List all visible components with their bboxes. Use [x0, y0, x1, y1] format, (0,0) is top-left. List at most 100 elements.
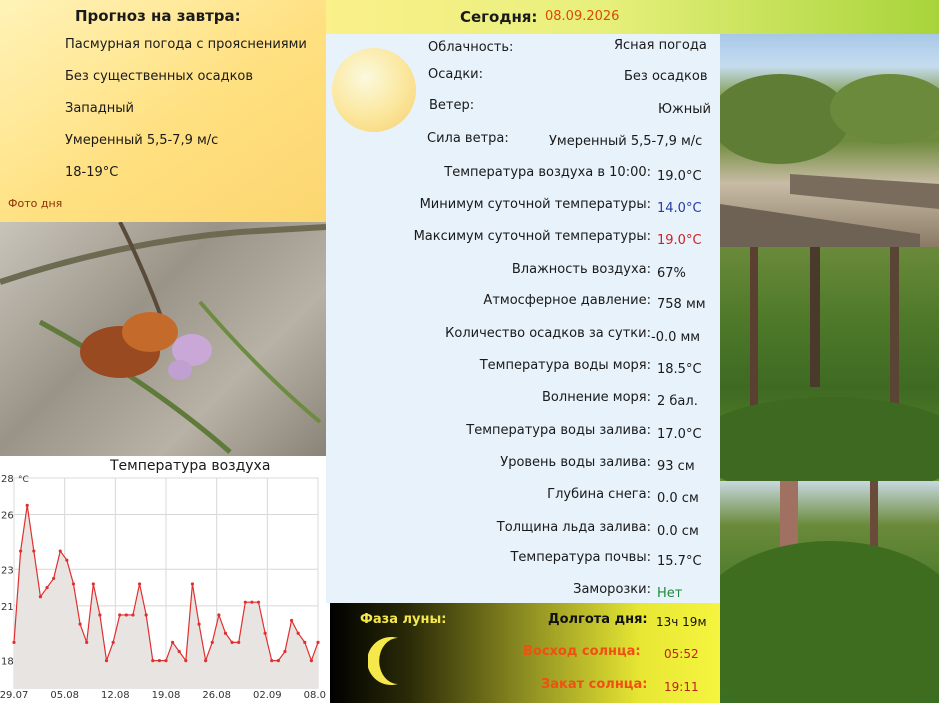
- temperature-point: [171, 640, 175, 644]
- temperature-point: [316, 640, 320, 644]
- measurement-value: 67%: [657, 266, 686, 281]
- temperature-point: [65, 558, 69, 562]
- measurement-label: Атмосферное давление:: [483, 293, 651, 308]
- y-tick-label: 28: [1, 474, 14, 485]
- temperature-point: [131, 613, 135, 617]
- temperature-point: [144, 613, 148, 617]
- temperature-point: [177, 649, 181, 654]
- today-date: 08.09.2026: [545, 9, 620, 24]
- temperature-point: [71, 582, 76, 586]
- x-tick-label: 02.09: [253, 690, 282, 701]
- measurement-label: Минимум суточной температуры:: [419, 197, 651, 212]
- temperature-point: [118, 613, 122, 617]
- y-tick-label: 23: [1, 565, 14, 576]
- wind-value: Южный: [658, 102, 711, 117]
- forecast-title: Прогноз на завтра:: [75, 7, 241, 25]
- measurement-label: Максимум суточной температуры:: [413, 229, 651, 244]
- forecast-precip: Без существенных осадков: [65, 69, 254, 84]
- temperature-point: [204, 659, 208, 663]
- measurement-label: Глубина снега:: [547, 487, 651, 502]
- y-tick-label: 26: [1, 511, 14, 522]
- measurement-value: 19.0°C: [657, 169, 702, 184]
- temperature-point: [210, 640, 214, 644]
- temperature-point: [91, 582, 95, 586]
- forecast-wind-direction: Западный: [65, 101, 134, 116]
- temperature-point: [157, 659, 161, 663]
- today-label: Сегодня:: [460, 8, 538, 26]
- temperature-point: [230, 640, 234, 644]
- wind-label: Ветер:: [429, 98, 475, 113]
- measurement-value: 17.0°C: [657, 427, 702, 442]
- measurement-label: Влажность воздуха:: [511, 262, 651, 277]
- temperature-point: [98, 613, 102, 617]
- temperature-point: [250, 600, 254, 604]
- temperature-point: [296, 631, 300, 635]
- temperature-point: [184, 659, 188, 663]
- temperature-point: [104, 659, 109, 663]
- measurement-label: Температура почвы:: [510, 550, 651, 565]
- temperature-point: [197, 622, 201, 626]
- sunrise-label: Восход солнца:: [523, 644, 641, 659]
- measurement-value: -0.0 мм: [651, 330, 701, 345]
- measurement-label: Количество осадков за сутки:: [445, 326, 651, 341]
- measurement-value: 18.5°C: [657, 362, 702, 377]
- temperature-point: [164, 659, 168, 663]
- temperature-point: [270, 659, 274, 663]
- measurement-label: Толщина льда залива:: [496, 520, 651, 535]
- butterfly-photo: [0, 222, 326, 456]
- sun-icon: [332, 48, 416, 132]
- temperature-point: [303, 640, 307, 644]
- moon-phase-label: Фаза луны:: [360, 612, 447, 627]
- temperature-point: [58, 549, 62, 553]
- dunes-photo: [720, 34, 939, 247]
- cloudiness-value: Ясная погода: [614, 38, 707, 53]
- temperature-point: [38, 595, 43, 599]
- measurement-label: Уровень воды залива:: [500, 455, 651, 470]
- crescent-moon-icon: [368, 637, 398, 685]
- measurement-label: Температура воды залива:: [466, 423, 651, 438]
- forecast-temperature: 18-19°C: [65, 165, 119, 180]
- temperature-point: [283, 649, 287, 654]
- x-tick-label: 19.08: [152, 690, 181, 701]
- measurement-value: 758 мм: [657, 297, 706, 312]
- temperature-point: [124, 613, 128, 617]
- top-bar: [326, 0, 939, 34]
- temperature-point: [85, 640, 89, 644]
- temperature-point: [276, 659, 280, 663]
- temperature-point: [237, 640, 241, 644]
- forest-path-photo: [720, 481, 939, 703]
- wind-force-value: Умеренный 5,5-7,9 м/с: [549, 134, 703, 149]
- measurement-value: 19.0°C: [657, 233, 702, 248]
- temperature-point: [243, 600, 247, 604]
- temperature-point: [45, 585, 49, 590]
- cloudiness-label: Облачность:: [428, 40, 514, 55]
- sunset-value: 19:11: [664, 680, 699, 694]
- y-tick-label: 18: [1, 657, 14, 668]
- x-tick-label: 05.08: [50, 690, 79, 701]
- measurement-value: 0.0 см: [657, 524, 699, 539]
- temperature-point: [137, 582, 142, 586]
- day-length-value: 13ч 19м: [656, 615, 707, 629]
- x-tick-label: 26.08: [202, 690, 231, 701]
- temperature-point: [256, 600, 261, 604]
- forest-photo: [720, 247, 939, 481]
- forecast-weather: Пасмурная погода с прояснениями: [65, 37, 307, 52]
- temperature-point: [12, 640, 16, 644]
- temperature-point: [289, 618, 294, 623]
- measurement-value: 0.0 см: [657, 491, 699, 506]
- forecast-panel: Прогноз на завтра: Пасмурная погода с пр…: [0, 0, 326, 222]
- temperature-point: [223, 631, 228, 635]
- measurement-label: Температура воздуха в 10:00:: [444, 165, 651, 180]
- measurement-value: 93 см: [657, 459, 695, 474]
- measurement-label: Температура воды моря:: [479, 358, 651, 373]
- measurement-value: 2 бал.: [657, 394, 698, 409]
- measurement-label: Волнение моря:: [542, 390, 651, 405]
- temperature-point: [151, 659, 155, 663]
- measurement-value: 15.7°C: [657, 554, 702, 569]
- x-tick-label: 12.08: [101, 690, 130, 701]
- measurement-value: 14.0°C: [657, 201, 702, 216]
- temperature-point: [263, 631, 267, 635]
- measurement-label: Заморозки:: [573, 582, 651, 597]
- temperature-point: [309, 659, 313, 663]
- day-length-label: Долгота дня:: [548, 612, 648, 627]
